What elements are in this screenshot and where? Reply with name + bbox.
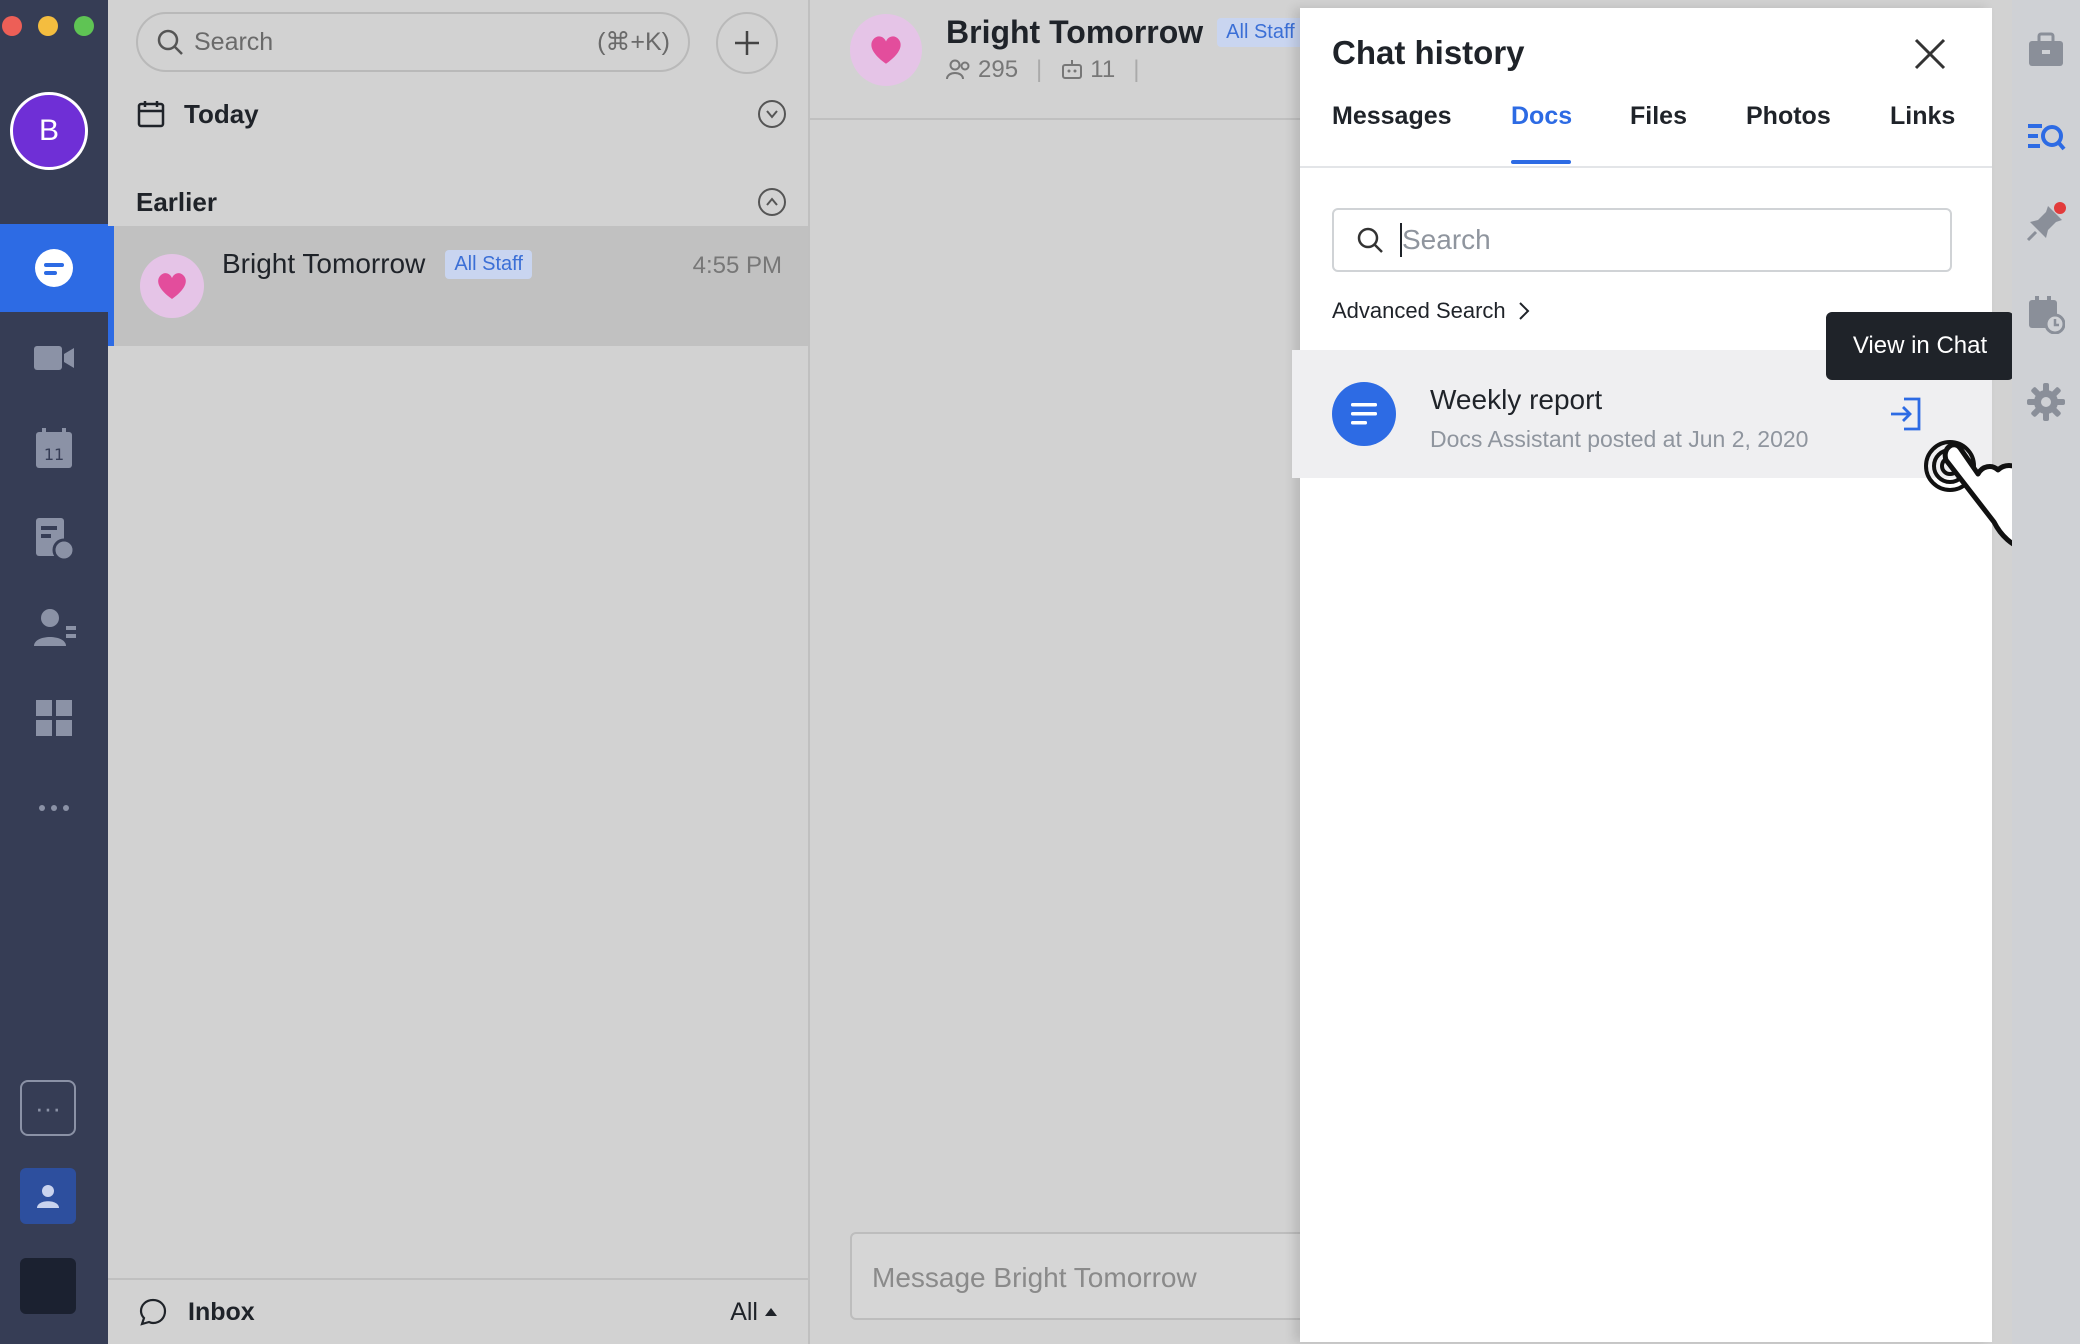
- advanced-search-link[interactable]: Advanced Search: [1332, 298, 1530, 324]
- app-shortcut[interactable]: [20, 1258, 76, 1314]
- group-avatar: [140, 254, 204, 318]
- close-icon[interactable]: [1910, 34, 1950, 74]
- tooltip-text: View in Chat: [1852, 332, 1988, 359]
- message-placeholder: Message Bright Tomorrow: [872, 1262, 1197, 1293]
- toolbar-schedule[interactable]: [2022, 290, 2070, 338]
- dots-icon: ···: [35, 1092, 61, 1123]
- person-icon: [37, 1185, 59, 1208]
- toolbar-settings[interactable]: [2022, 378, 2070, 426]
- conversation-item[interactable]: Bright Tomorrow All Staff 4:55 PM: [108, 226, 808, 346]
- search-icon: [1357, 227, 1383, 253]
- bot-icon: [1062, 60, 1083, 79]
- calendar-icon: [137, 101, 165, 128]
- maximize-window-dot[interactable]: [74, 16, 94, 36]
- doc-meta: Docs Assistant posted at Jun 2, 2020: [1430, 426, 1809, 452]
- toolbar-briefcase[interactable]: [2022, 26, 2070, 74]
- panel-title: Chat history: [1332, 34, 1525, 71]
- video-icon: [34, 346, 74, 370]
- search-placeholder: Search: [1402, 224, 1491, 255]
- active-tab-indicator: [1511, 160, 1571, 164]
- chevron-down-icon[interactable]: [758, 100, 786, 128]
- user-avatar[interactable]: B: [10, 92, 88, 170]
- pin-icon: [2026, 202, 2066, 242]
- close-window-dot[interactable]: [2, 16, 22, 36]
- earlier-label: Earlier: [136, 186, 217, 217]
- schedule-icon: [2029, 296, 2065, 334]
- message-input[interactable]: Message Bright Tomorrow: [850, 1232, 1310, 1320]
- all-staff-tag: All Staff: [445, 249, 532, 279]
- chat-icon: [35, 249, 73, 287]
- today-label: Today: [184, 98, 259, 129]
- search-placeholder: Search: [194, 27, 274, 56]
- divider: [1300, 166, 1992, 168]
- apps-icon: [36, 700, 72, 736]
- app-rail: B 11 ···: [0, 0, 108, 1344]
- tab-links[interactable]: Links: [1890, 102, 1955, 131]
- inbox-filter[interactable]: All: [730, 1298, 778, 1327]
- doc-title: Weekly report: [1430, 384, 1603, 415]
- new-chat-button[interactable]: [716, 12, 778, 74]
- toolbar-pin[interactable]: [2022, 198, 2070, 246]
- filter-label: All: [730, 1297, 758, 1326]
- history-search-icon: [2028, 124, 2066, 151]
- nav-docs[interactable]: [0, 494, 108, 582]
- today-section[interactable]: Today: [136, 94, 786, 134]
- toolbar-chat-history[interactable]: [2022, 112, 2070, 160]
- view-in-chat-tooltip: View in Chat: [1826, 312, 2014, 380]
- tab-photos[interactable]: Photos: [1746, 102, 1831, 131]
- conversation-list: Search (⌘+K) Today Earlier Bright Tomorr…: [108, 0, 810, 1344]
- search-shortcut: (⌘+K): [597, 28, 670, 56]
- chat-avatar: [850, 14, 922, 86]
- bot-count[interactable]: 11: [1090, 56, 1115, 84]
- svg-text:11: 11: [44, 445, 64, 464]
- divider: |: [1133, 56, 1140, 83]
- chevron-right-icon: [1518, 302, 1530, 320]
- chat-header: Bright Tomorrow All Staff 295 | 11 |: [810, 0, 1304, 120]
- doc-icon: [1332, 382, 1396, 446]
- members-icon: [946, 59, 970, 80]
- nav-contacts[interactable]: [0, 584, 108, 672]
- tab-messages[interactable]: Messages: [1332, 102, 1452, 131]
- briefcase-icon: [2029, 32, 2063, 66]
- jump-to-chat-icon[interactable]: [1888, 396, 1924, 432]
- chat-pane: Bright Tomorrow All Staff 295 | 11 | Mes…: [810, 0, 1310, 1344]
- docs-icon: [36, 518, 76, 562]
- search-icon: [157, 29, 183, 55]
- nav-calendar[interactable]: 11: [0, 404, 108, 492]
- chat-history-panel: Chat history Messages Docs Files Photos …: [1292, 8, 1992, 1342]
- calendar-11-icon: 11: [36, 428, 72, 468]
- profile-shortcut[interactable]: [20, 1168, 76, 1224]
- right-toolbar: [2012, 0, 2080, 1344]
- chat-title: Bright Tomorrow: [946, 14, 1204, 50]
- earlier-section[interactable]: Earlier: [136, 182, 786, 222]
- docs-search-input[interactable]: Search: [1332, 208, 1952, 272]
- inbox-icon: [139, 1298, 167, 1326]
- caret-up-icon: [765, 1308, 777, 1316]
- tab-files[interactable]: Files: [1630, 102, 1687, 131]
- inbox-footer: Inbox All: [108, 1278, 808, 1344]
- chat-tag: All Staff: [1217, 18, 1304, 47]
- conversation-name: Bright Tomorrow: [222, 248, 426, 279]
- chevron-up-icon[interactable]: [758, 188, 786, 216]
- gear-icon: [2027, 383, 2065, 421]
- more-apps-button[interactable]: ···: [20, 1080, 76, 1136]
- nav-messenger[interactable]: [0, 224, 108, 312]
- tab-docs[interactable]: Docs: [1511, 102, 1572, 131]
- divider: |: [1036, 56, 1043, 83]
- conversation-time: 4:55 PM: [692, 252, 782, 279]
- advanced-search-label: Advanced Search: [1332, 298, 1506, 323]
- nav-more[interactable]: [0, 764, 108, 852]
- nav-workplace[interactable]: [0, 674, 108, 762]
- global-search[interactable]: Search (⌘+K): [136, 12, 690, 72]
- avatar-letter: B: [38, 114, 59, 147]
- more-icon: [39, 805, 69, 811]
- heart-icon: [871, 36, 901, 64]
- heart-icon: [158, 273, 186, 299]
- member-count[interactable]: 295: [978, 56, 1018, 84]
- nav-video[interactable]: [0, 314, 108, 402]
- minimize-window-dot[interactable]: [38, 16, 58, 36]
- contacts-icon: [34, 609, 76, 646]
- plus-icon: [735, 31, 759, 55]
- inbox-label[interactable]: Inbox: [188, 1298, 255, 1327]
